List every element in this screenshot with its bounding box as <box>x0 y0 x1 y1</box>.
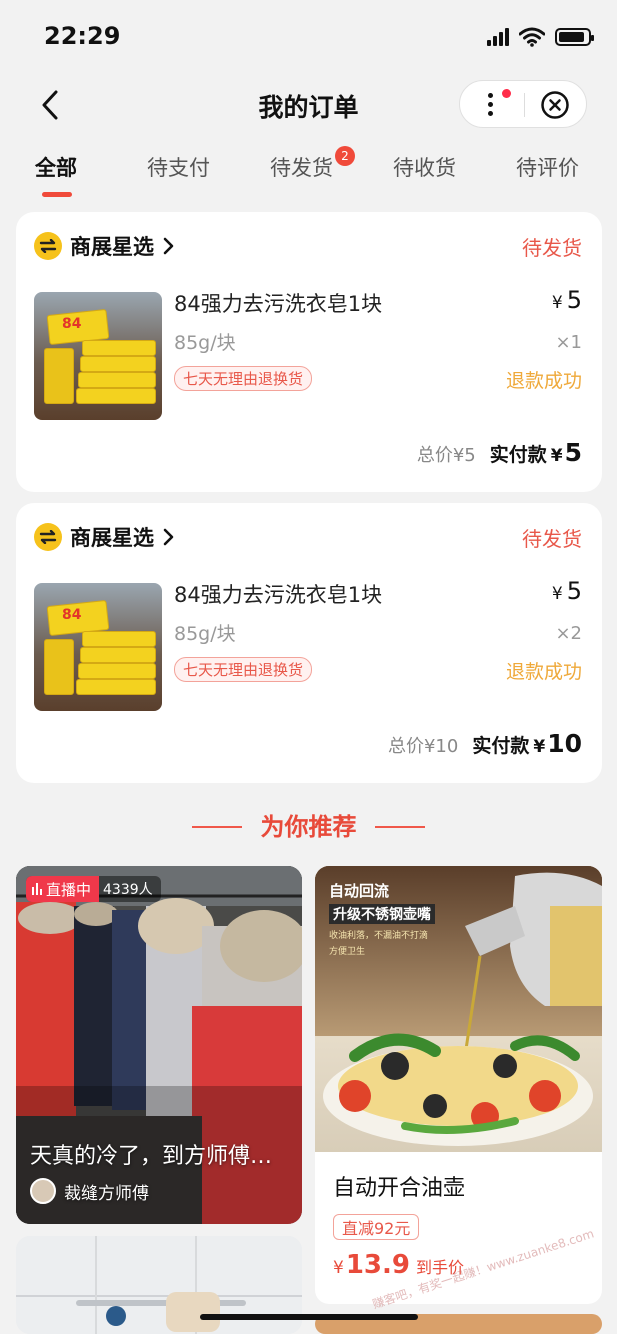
unit-price: ¥5 <box>552 577 582 605</box>
quantity: ×1 <box>555 332 582 353</box>
shop-name: 商展星选 <box>70 235 154 259</box>
product-spec: 85g/块 <box>174 623 236 645</box>
status-bar: 22:29 <box>0 0 617 72</box>
tab-label: 待发货 <box>270 156 333 180</box>
avatar <box>30 1178 56 1204</box>
refund-status[interactable]: 退款成功 <box>506 366 582 393</box>
home-indicator[interactable] <box>200 1314 418 1320</box>
paid-value: 10 <box>547 729 582 758</box>
live-label: 直播中 <box>46 880 92 899</box>
order-status: 待发货 <box>522 527 582 551</box>
return-policy-tag: 七天无理由退换货 <box>174 366 313 391</box>
order-card[interactable]: 商展星选 待发货 84 84强力去污洗衣皂1块 85g/块 七天无理由退换货 ¥… <box>16 503 602 783</box>
battery-fill <box>559 32 585 42</box>
close-icon[interactable] <box>540 90 570 120</box>
capsule-divider <box>524 93 525 117</box>
tab-pending-payment[interactable]: 待支付 <box>147 152 210 182</box>
live-indicator: 直播中 <box>26 876 100 902</box>
status-icons <box>487 27 594 47</box>
wifi-icon <box>519 27 545 47</box>
heading-line-left <box>192 826 242 828</box>
status-time: 22:29 <box>44 22 121 50</box>
order-card[interactable]: 商展星选 待发货 84 84强力去污洗衣皂1块 85g/块 七天无理由退换货 ¥… <box>16 212 602 492</box>
tab-pending-receipt[interactable]: 待收货 <box>393 152 456 182</box>
chevron-right-icon <box>163 528 174 546</box>
currency-symbol: ¥ <box>551 293 563 313</box>
author-name: 裁缝方师傅 <box>64 1183 149 1204</box>
total-row: 总价 ¥10 实付款 ¥ 10 <box>388 729 582 758</box>
recommend-heading: 为你推荐 <box>0 808 617 848</box>
quantity: ×2 <box>555 623 582 644</box>
shop-logo-icon <box>34 523 62 551</box>
tab-all[interactable]: 全部 <box>35 152 77 182</box>
unit-price: ¥5 <box>552 286 582 314</box>
live-title: 天真的冷了，到方师傅… <box>30 1144 273 1169</box>
price-value: 5 <box>566 286 582 314</box>
live-stream-card[interactable]: 直播中 4339人 天真的冷了，到方师傅… 裁缝方师傅 <box>16 866 302 1224</box>
chevron-right-icon <box>163 237 174 255</box>
tab-label: 待收货 <box>393 156 456 180</box>
product-name[interactable]: 84强力去污洗衣皂1块 <box>174 288 382 318</box>
tab-active-underline <box>42 192 72 197</box>
image-text: 收油利落，不漏油不打滴 <box>329 931 429 941</box>
live-bars-icon <box>32 883 42 895</box>
image-text: 升级不锈钢壶嘴 <box>329 904 435 924</box>
nav-header: 我的订单 <box>0 72 617 138</box>
more-icon[interactable] <box>486 91 494 119</box>
product-name[interactable]: 84强力去污洗衣皂1块 <box>174 579 382 609</box>
battery-icon <box>555 28 594 46</box>
shop-name: 商展星选 <box>70 526 154 550</box>
tab-pending-review[interactable]: 待评价 <box>516 152 579 182</box>
product-spec: 85g/块 <box>174 332 236 354</box>
product-image-label: 84 <box>62 316 82 332</box>
recommend-title: 为你推荐 <box>260 813 357 841</box>
product-image-label: 84 <box>62 607 82 623</box>
paid-label: 实付款 <box>489 444 547 466</box>
product-image: 自动回流 升级不锈钢壶嘴 收油利落，不漏油不打滴 方便卫生 <box>315 866 602 1152</box>
image-text: 方便卫生 <box>329 947 366 957</box>
total-value: ¥10 <box>423 736 459 757</box>
currency-symbol: ¥ <box>333 1258 344 1278</box>
price-value: 5 <box>566 577 582 605</box>
paid-currency: ¥ <box>533 737 546 757</box>
currency-symbol: ¥ <box>551 584 563 604</box>
author-row[interactable]: 裁缝方师傅 <box>30 1178 149 1204</box>
total-label: 总价 <box>416 445 453 466</box>
order-tabs: 全部 待支付 待发货 2 待收货 待评价 <box>0 140 617 200</box>
cellular-signal-icon <box>487 28 509 46</box>
product-title: 自动开合油壶 <box>333 1176 466 1201</box>
total-label: 总价 <box>387 736 424 757</box>
price-value: 13.9 <box>345 1250 410 1280</box>
image-text: 自动回流 <box>329 882 390 900</box>
paid-currency: ¥ <box>550 446 563 466</box>
shop-logo-icon <box>34 232 62 260</box>
order-status: 待发货 <box>522 236 582 260</box>
notification-dot <box>502 89 511 98</box>
mini-program-capsule <box>459 80 587 128</box>
tab-pending-shipment[interactable]: 待发货 2 <box>270 146 355 182</box>
tab-label: 待支付 <box>147 156 210 180</box>
viewer-count: 4339人 <box>103 882 153 898</box>
product-image[interactable]: 84 <box>34 583 162 711</box>
return-policy-tag: 七天无理由退换货 <box>174 657 313 682</box>
shop-link[interactable]: 商展星选 <box>34 521 174 553</box>
shop-link[interactable]: 商展星选 <box>34 230 174 262</box>
paid-label: 实付款 <box>472 735 530 757</box>
tab-label: 全部 <box>35 156 77 180</box>
product-image[interactable]: 84 <box>34 292 162 420</box>
tab-badge: 2 <box>335 146 355 166</box>
tab-label: 待评价 <box>516 156 579 180</box>
refund-status[interactable]: 退款成功 <box>506 657 582 684</box>
total-row: 总价 ¥5 实付款 ¥ 5 <box>417 438 582 467</box>
total-value: ¥5 <box>452 445 476 466</box>
live-stream-thumbnail <box>16 866 302 1224</box>
live-badge: 直播中 4339人 <box>26 876 161 902</box>
paid-value: 5 <box>564 438 582 467</box>
discount-tag: 直减92元 <box>333 1214 420 1240</box>
heading-line-right <box>375 826 425 828</box>
